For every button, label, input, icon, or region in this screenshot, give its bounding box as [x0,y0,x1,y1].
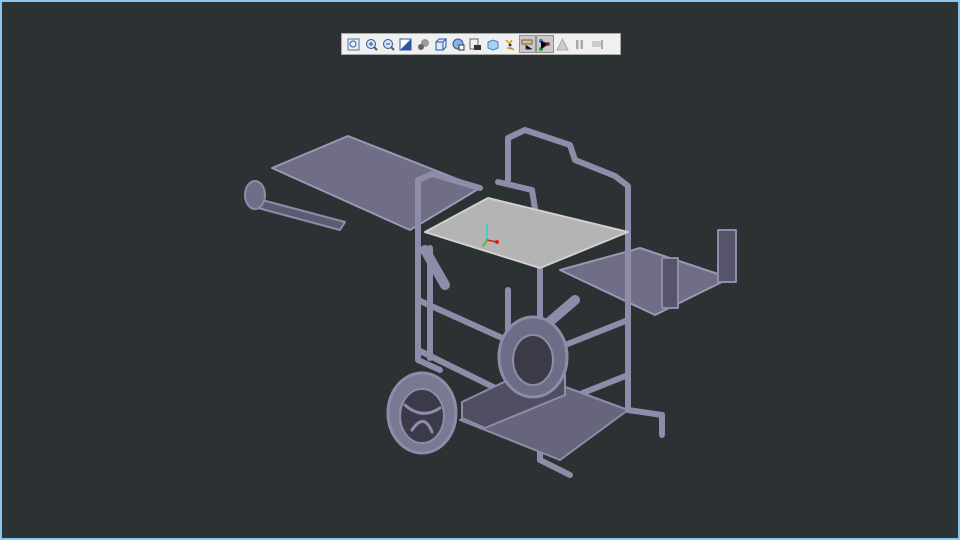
toolbar-button-view-normal[interactable] [397,35,414,53]
toolbar-button-view-cube[interactable] [432,35,449,53]
toolbar-button-shading[interactable] [415,35,432,53]
toolbar-button-snapshot[interactable] [467,35,484,53]
rear-wheel [497,315,569,399]
next-step-icon [591,39,603,49]
toolbar-button-assembly-tree[interactable] [536,35,554,53]
left-bracket [257,199,346,231]
left-knob [244,180,266,210]
right-plate [717,229,737,283]
selected-panel [424,197,629,269]
cart-model [244,127,737,478]
toolbar-button-spin-center[interactable] [502,35,519,53]
snapshot-icon [469,38,481,50]
pause-icon [576,39,584,49]
front-wheel [386,371,458,455]
toolbar-button-zoom-in[interactable] [362,35,379,53]
shading-icon [417,38,429,50]
toolbar-button-transparency[interactable] [484,35,501,53]
view-normal-icon [399,38,412,50]
toolbar-button-next-step[interactable] [588,35,605,53]
warning-icon [556,37,569,50]
zoom-in-icon [365,38,378,51]
view-cube-icon [435,38,448,50]
spin-center-icon [505,38,515,51]
3d-model-view[interactable] [0,0,960,540]
toolbar-button-warning[interactable] [554,35,571,53]
view-toolbar [341,33,621,55]
zoom-out-icon [382,38,395,51]
annotation-display-icon [521,39,533,49]
toolbar-button-annotation-display[interactable] [518,35,537,53]
transparency-icon [487,38,499,51]
toolbar-button-pause[interactable] [571,35,588,53]
right-tray [559,247,731,316]
toolbar-button-zoom-out[interactable] [380,35,397,53]
toolbar-button-zoom-fit[interactable] [345,35,362,53]
right-plate-2 [661,257,679,309]
assembly-tree-icon [539,38,551,51]
named-views-icon [452,38,465,50]
toolbar-button-named-views[interactable] [449,35,466,53]
zoom-fit-icon [347,38,360,50]
